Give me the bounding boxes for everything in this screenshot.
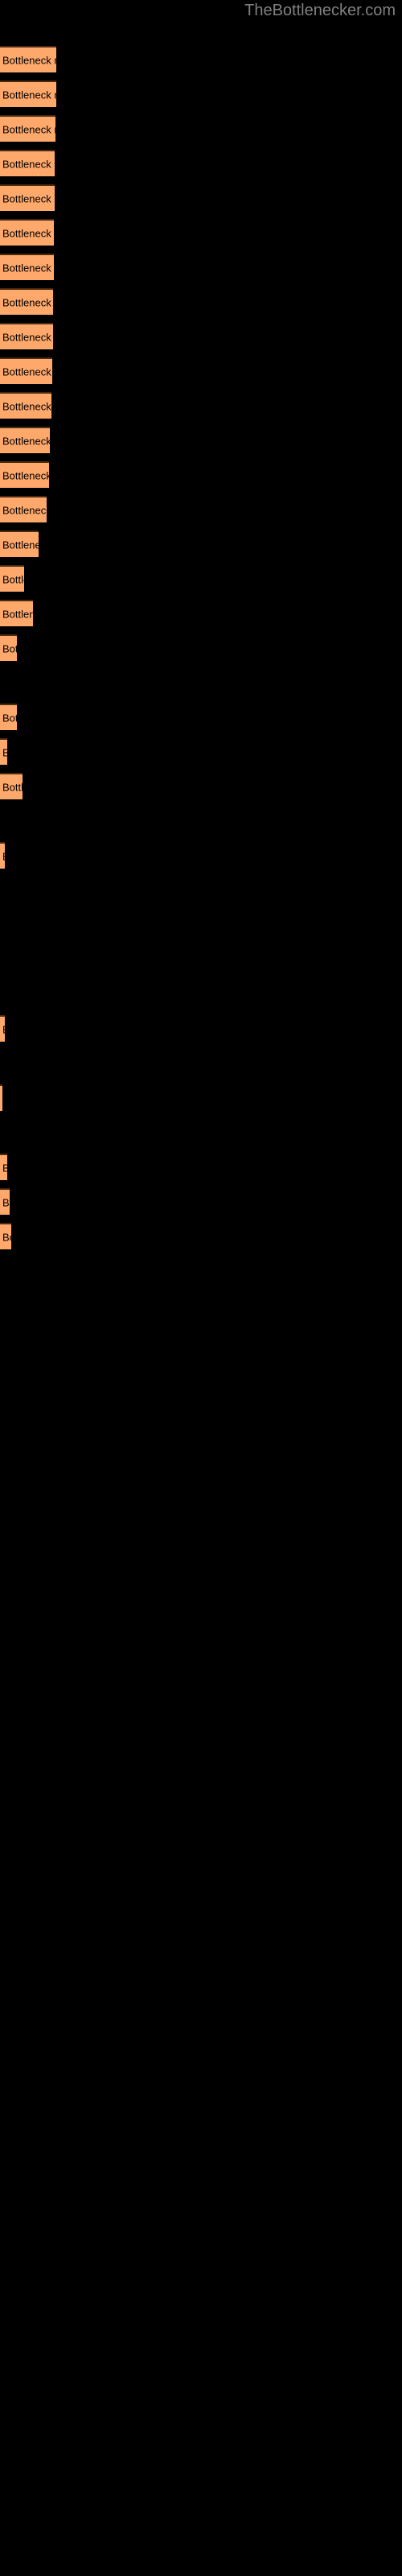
bar-segment: Bottleneck result xyxy=(0,357,52,384)
bar-label: Bottleneck result xyxy=(2,331,53,343)
bar-segment: Bottleneck result xyxy=(0,288,53,315)
bar-segment: Bottleneck result xyxy=(0,842,5,869)
bar-label: Bottleneck result xyxy=(2,400,51,412)
bottleneck-chart-page: TheBottlenecker.com Bottleneck resultBot… xyxy=(0,0,402,2576)
bar-segment: Bottleneck result xyxy=(0,427,50,453)
bar-label: Bottleneck result xyxy=(2,435,50,447)
bar-label: Bottleneck result xyxy=(2,89,56,101)
bar-segment: Bottleneck result xyxy=(0,530,39,557)
bar-label: Bottleneck result xyxy=(2,642,17,654)
bar-label: Bottleneck result xyxy=(2,158,55,170)
bar-label: Bottleneck result xyxy=(2,573,24,585)
bar-segment: Bottleneck result xyxy=(0,1015,5,1042)
bar-label: Bottleneck result xyxy=(2,539,39,551)
bar-label: Bottleneck result xyxy=(2,608,33,620)
bar-segment: Bottleneck result xyxy=(0,80,56,107)
bar-segment: Bottleneck result xyxy=(0,565,24,592)
bar-label: Bottleneck result xyxy=(2,296,53,308)
bar-segment: Bottleneck result xyxy=(0,496,47,522)
bar-label: Bottleneck result xyxy=(2,1023,5,1035)
bar-label: Bottleneck result xyxy=(2,123,55,135)
bar-segment: Bottleneck result xyxy=(0,600,33,626)
bar-segment: Bottleneck result xyxy=(0,150,55,176)
bar-segment: Bottleneck result xyxy=(0,46,56,72)
bar-segment: Bottleneck result xyxy=(0,254,54,280)
bar-label: Bottleneck result xyxy=(2,192,55,204)
bar-segment: Bottleneck result xyxy=(0,219,54,246)
bar-label: Bottleneck result xyxy=(2,746,7,758)
bar-label: Bottleneck result xyxy=(2,712,17,724)
bar-label: Bottleneck result xyxy=(2,365,52,378)
bar-label: Bottleneck result xyxy=(2,1231,11,1243)
bar-segment: Bottleneck result xyxy=(0,392,51,419)
bar-segment: Bottleneck result xyxy=(0,115,55,142)
bar-label: Bottleneck result xyxy=(2,227,54,239)
bar-segment: Bottleneck result xyxy=(0,461,49,488)
bar-label: Bottleneck result xyxy=(2,54,56,66)
bar-label: Bottleneck result xyxy=(2,1196,10,1208)
bar-segment: Bottleneck result xyxy=(0,704,17,730)
bar-segment: Bottleneck result xyxy=(0,1188,10,1215)
bar-label: Bottleneck result xyxy=(2,504,47,516)
bar-chart: Bottleneck result Bottleneck result Bottle… xyxy=(0,0,402,2576)
bar-segment: Bottleneck result xyxy=(0,1154,7,1180)
bar-segment: Bottleneck result xyxy=(0,773,23,799)
bar-label: Bottleneck result xyxy=(2,1162,7,1174)
bar-segment: Bottleneck result xyxy=(0,738,7,765)
bar-segment: Bottleneck result xyxy=(0,1223,11,1249)
bar-label: Bottleneck result xyxy=(2,469,49,481)
bar-segment: Bottleneck result xyxy=(0,323,53,349)
bar-segment: Bottleneck result xyxy=(0,634,17,661)
bar-label: Bottleneck result xyxy=(2,262,54,274)
bar-segment: Bottleneck result xyxy=(0,1084,2,1111)
bar-segment: Bottleneck result xyxy=(0,184,55,211)
bar-label: Bottleneck result xyxy=(2,850,5,862)
bar-label: Bottleneck result xyxy=(2,781,23,793)
